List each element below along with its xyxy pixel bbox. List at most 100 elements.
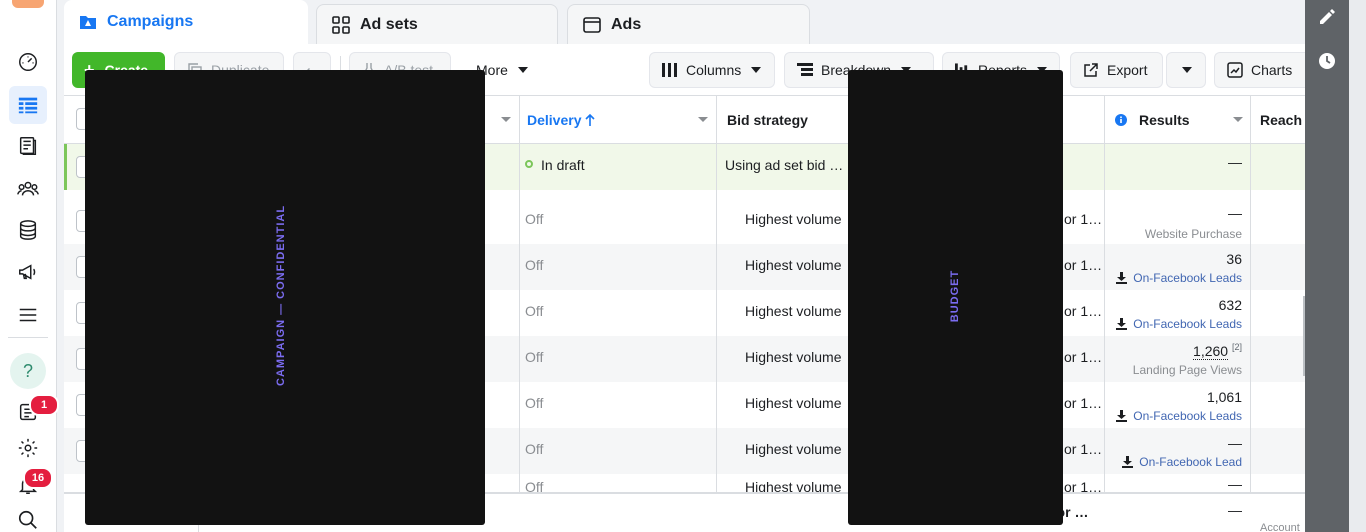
export-icon — [1084, 63, 1098, 77]
draft-status-dot-icon — [525, 160, 533, 168]
tab-ad-sets-label: Ad sets — [360, 15, 418, 33]
charts-label: Charts — [1251, 62, 1293, 78]
column-header-results[interactable]: Results — [1115, 96, 1190, 144]
attribution-value: or 1… — [1064, 479, 1103, 492]
tab-ads-label: Ads — [611, 15, 642, 33]
database-icon[interactable] — [9, 211, 47, 249]
results-number[interactable]: 1,260 — [1193, 342, 1229, 360]
results-type: On-Facebook Leads — [1116, 409, 1242, 423]
campaigns-folder-icon — [80, 16, 96, 29]
chevron-down-icon — [751, 67, 762, 73]
tab-ad-sets[interactable]: Ad sets — [316, 4, 558, 44]
bid-strategy-header-label: Bid strategy — [727, 112, 808, 128]
pages-icon[interactable] — [9, 127, 47, 165]
results-header-label: Results — [1139, 112, 1190, 128]
delivery-status: Off — [525, 395, 544, 411]
results-column-chevron-icon[interactable] — [1233, 117, 1243, 122]
results-value: — — [1228, 476, 1242, 492]
results-type: On-Facebook Leads — [1116, 271, 1242, 285]
results-type: On-Facebook Lead — [1122, 455, 1242, 469]
info-icon — [1115, 114, 1127, 126]
charts-button[interactable]: Charts — [1214, 52, 1305, 88]
budget-redaction: BUDGET — [848, 70, 1063, 525]
reach-header-label: Reach — [1260, 112, 1303, 128]
chevron-down-icon — [517, 67, 528, 73]
results-value: 632 — [1218, 297, 1242, 313]
ad-sets-grid-icon — [332, 15, 350, 34]
column-header-delivery[interactable]: Delivery — [527, 96, 596, 144]
results-type-label: On-Facebook Lead — [1139, 455, 1242, 469]
dashboard-gauge-icon[interactable] — [9, 43, 47, 81]
delivery-header-label: Delivery — [527, 112, 582, 128]
bid-strategy-value: Highest volume — [745, 349, 842, 365]
name-column-chevron-icon[interactable] — [501, 117, 511, 122]
results-type: Landing Page Views — [1133, 363, 1242, 377]
results-type-label: On-Facebook Leads — [1133, 317, 1242, 331]
download-icon — [1122, 456, 1134, 468]
results-value: — — [1228, 154, 1242, 170]
results-value: 1,061 — [1206, 389, 1242, 405]
delivery-status: Off — [525, 303, 544, 319]
attribution-value: or 1… — [1064, 349, 1103, 365]
left-navigation: ? 1 16 — [0, 0, 59, 532]
delivery-status: Off — [525, 479, 544, 492]
results-footnote: [2] — [1231, 342, 1242, 352]
ads-window-icon — [583, 16, 601, 33]
tab-ads[interactable]: Ads — [567, 4, 810, 44]
help-icon[interactable]: ? — [10, 353, 46, 389]
tab-campaigns[interactable]: Campaigns — [64, 0, 308, 44]
attribution-value: or 1… — [1064, 211, 1103, 227]
attribution-value: or 1… — [1064, 395, 1103, 411]
column-header-reach[interactable]: Reach — [1260, 96, 1302, 144]
results-type: Website Purchase — [1145, 227, 1242, 241]
history-clock-icon[interactable] — [1318, 52, 1336, 70]
bid-strategy-value: Highest volume — [745, 395, 842, 411]
app-logo[interactable] — [12, 0, 44, 8]
chevron-down-icon — [1182, 67, 1192, 73]
columns-icon — [662, 63, 677, 77]
results-type-label: Landing Page Views — [1132, 363, 1242, 377]
settings-gear-icon[interactable] — [9, 429, 47, 467]
campaign-name-redaction: CAMPAIGN — CONFIDENTIAL — [85, 70, 485, 525]
search-icon[interactable] — [9, 501, 47, 532]
results-type-label: Website Purchase — [1144, 227, 1242, 241]
column-header-bid-strategy[interactable]: Bid strategy — [727, 96, 808, 144]
results-type: On-Facebook Leads — [1116, 317, 1242, 331]
sort-arrow-up-icon — [585, 113, 596, 126]
campaigns-table-icon[interactable] — [9, 86, 47, 124]
export-button[interactable]: Export — [1070, 52, 1163, 88]
bid-strategy-value: Highest volume — [745, 211, 842, 227]
results-type-label: On-Facebook Leads — [1133, 271, 1242, 285]
audiences-icon[interactable] — [9, 169, 47, 207]
column-divider — [1104, 96, 1105, 492]
delivery-status: Off — [525, 257, 544, 273]
campaign-redaction-label: CAMPAIGN — CONFIDENTIAL — [275, 204, 287, 386]
column-divider — [716, 96, 717, 492]
download-icon — [1116, 410, 1128, 422]
attribution-value: or 1… — [1064, 257, 1103, 273]
level-tabs: Campaigns Ad sets Ads — [64, 0, 1305, 44]
delivery-column-chevron-icon[interactable] — [698, 117, 708, 122]
charts-icon — [1227, 62, 1243, 78]
delivery-status: In draft — [541, 157, 585, 173]
summary-results: — — [1228, 502, 1242, 518]
budget-redaction-label: BUDGET — [949, 269, 961, 323]
notifications-badge: 1 — [29, 394, 59, 416]
summary-reach-sublabel: Account — [1260, 522, 1300, 532]
delivery-status: Off — [525, 441, 544, 457]
attribution-value: or 1… — [1064, 441, 1103, 457]
megaphone-icon[interactable] — [9, 253, 47, 291]
results-value: 1,260 [2] — [1193, 342, 1242, 360]
download-icon — [1116, 272, 1128, 284]
alerts-badge: 16 — [23, 467, 53, 489]
results-value: 36 — [1226, 251, 1242, 267]
columns-button[interactable]: Columns — [649, 52, 775, 88]
bid-strategy-value: Highest volume — [745, 257, 842, 273]
edit-pencil-icon[interactable] — [1318, 8, 1336, 26]
download-icon — [1116, 318, 1128, 330]
menu-icon[interactable] — [9, 296, 47, 334]
results-value: — — [1228, 205, 1242, 221]
attribution-value: or 1… — [1064, 303, 1103, 319]
export-dropdown-button[interactable] — [1166, 52, 1206, 88]
bid-strategy-value: Using ad set bid … — [725, 157, 844, 173]
